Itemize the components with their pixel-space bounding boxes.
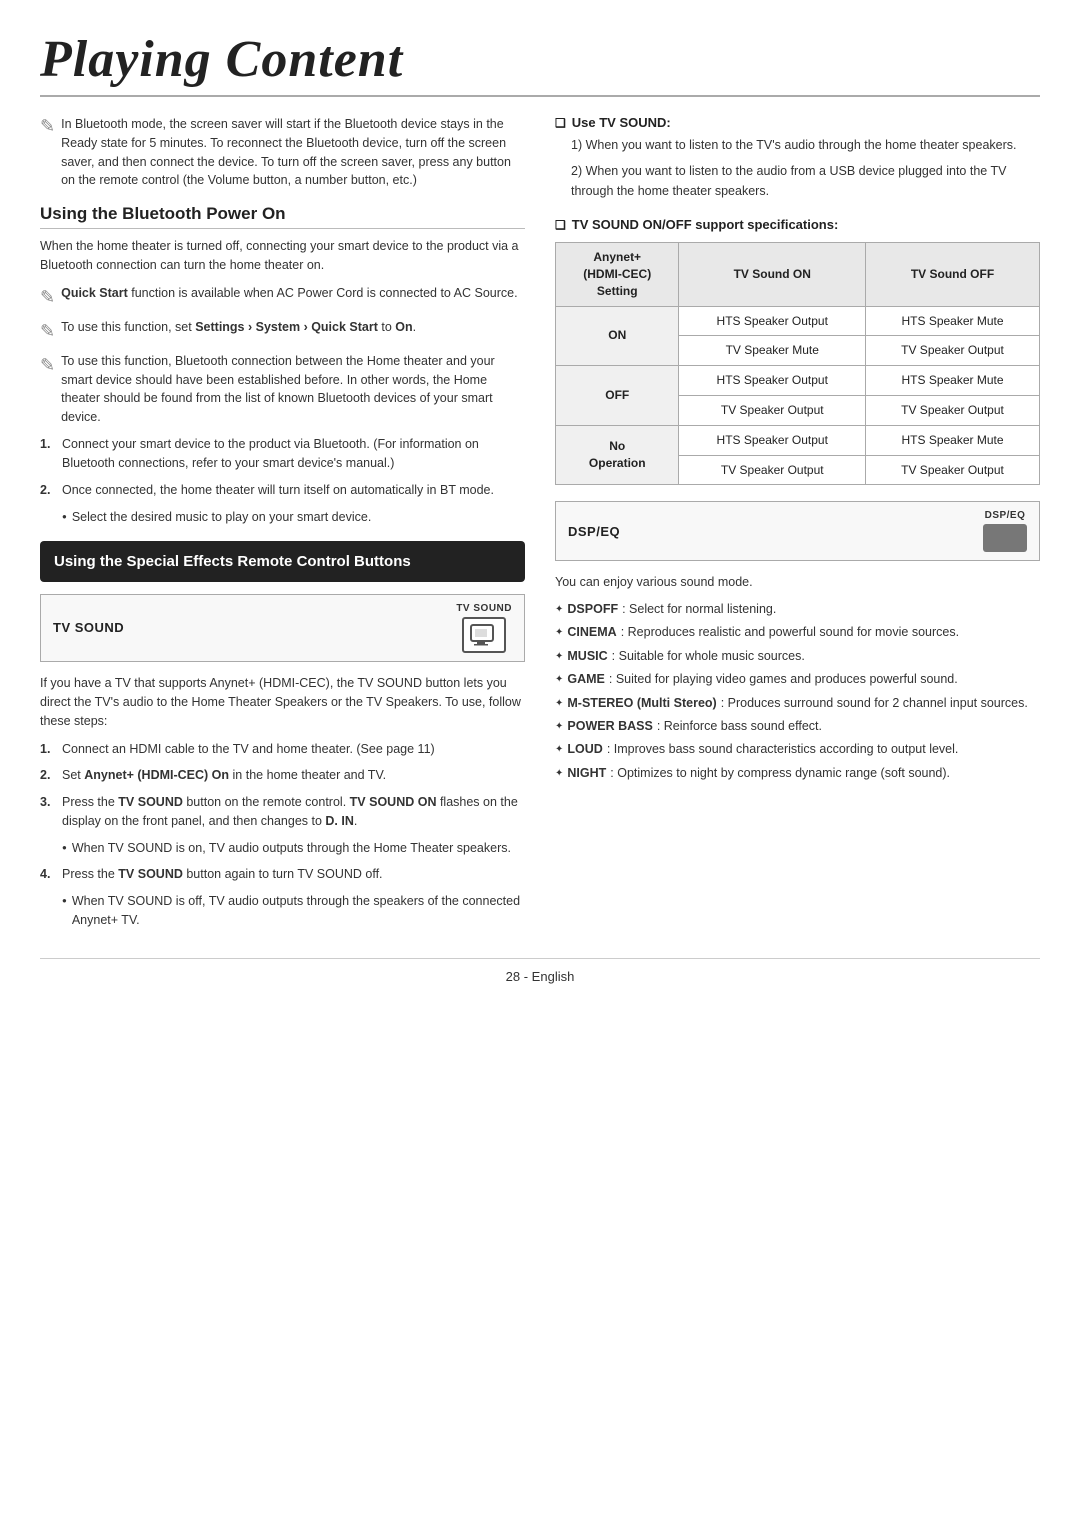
tv-step-1: 1. Connect an HDMI cable to the TV and h… [40,740,525,759]
sound-modes: You can enjoy various sound mode. DSPOFF… [555,573,1040,783]
step-1: 1. Connect your smart device to the prod… [40,435,525,474]
bullet-2-text: To use this function, set Settings › Sys… [61,318,416,337]
mode-power-bass: POWER BASS : Reinforce bass sound effect… [555,717,1040,736]
step-2-num: 2. [40,481,56,500]
table-cell-noop-label: NoOperation [556,425,679,485]
table-row-on-1: ON HTS Speaker Output HTS Speaker Mute [556,306,1040,336]
dsp-eq-label: DSP/EQ [568,524,620,539]
tv-sound-button: TV SOUND [456,603,512,653]
bullet-icon-2: ✎ [40,318,55,345]
bluetooth-steps: 1. Connect your smart device to the prod… [40,435,525,527]
dsp-eq-button-label: DSP/EQ [985,510,1026,521]
step-1-num: 1. [40,435,56,454]
table-row-noop-1: NoOperation HTS Speaker Output HTS Speak… [556,425,1040,455]
tv-step-1-num: 1. [40,740,56,759]
mode-dspoff: DSPOFF : Select for normal listening. [555,600,1040,619]
table-cell-off-1-sound-off: HTS Speaker Mute [866,366,1040,396]
use-tv-item-1: 1) When you want to listen to the TV's a… [571,136,1040,155]
table-cell-on-1-sound-on: HTS Speaker Output [679,306,866,336]
tv-sound-description: If you have a TV that supports Anynet+ (… [40,674,525,732]
mode-music: MUSIC : Suitable for whole music sources… [555,647,1040,666]
bullet-icon-3: ✎ [40,352,55,379]
page-number: 28 - English [506,969,575,984]
bluetooth-note-text: In Bluetooth mode, the screen saver will… [61,115,525,190]
tv-step-3-text: Press the TV SOUND button on the remote … [62,793,525,832]
bullet-1: ✎ Quick Start function is available when… [40,284,525,311]
sound-mode-intro: You can enjoy various sound mode. [555,573,1040,592]
special-effects-title: Using the Special Effects Remote Control… [54,553,411,570]
step-2-sub: Select the desired music to play on your… [62,508,371,527]
table-header-col0: Anynet+(HDMI-CEC)Setting [556,243,679,306]
table-cell-off-label: OFF [556,366,679,426]
tv-step-4-num: 4. [40,865,56,884]
tv-step-4: 4. Press the TV SOUND button again to tu… [40,865,525,930]
tv-step-1-text: Connect an HDMI cable to the TV and home… [62,740,435,759]
bullet-3-text: To use this function, Bluetooth connecti… [61,352,525,427]
tv-step-2: 2. Set Anynet+ (HDMI-CEC) On in the home… [40,766,525,785]
bluetooth-bullets: ✎ Quick Start function is available when… [40,284,525,427]
use-tv-item-2: 2) When you want to listen to the audio … [571,162,1040,201]
spec-table: Anynet+(HDMI-CEC)Setting TV Sound ON TV … [555,242,1040,485]
mode-cinema: CINEMA : Reproduces realistic and powerf… [555,623,1040,642]
table-cell-off-2-sound-off: TV Speaker Output [866,395,1040,425]
mode-mstereo: M-STEREO (Multi Stereo) : Produces surro… [555,694,1040,713]
tv-step-4-text: Press the TV SOUND button again to turn … [62,865,383,884]
tv-sound-row: TV SOUND TV SOUND [40,594,525,662]
tv-step-3: 3. Press the TV SOUND button on the remo… [40,793,525,859]
note-icon: ✎ [40,116,55,137]
step-2: 2. Once connected, the home theater will… [40,481,525,527]
step-1-text: Connect your smart device to the product… [62,435,525,474]
page-title: Playing Content [40,30,1040,97]
tv-sound-label: TV SOUND [53,620,124,635]
tv-step-4-sub: When TV SOUND is off, TV audio outputs t… [62,892,525,930]
bluetooth-section-title: Using the Bluetooth Power On [40,204,525,229]
bluetooth-note: ✎ In Bluetooth mode, the screen saver wi… [40,115,525,190]
right-column: Use TV SOUND: 1) When you want to listen… [555,115,1040,938]
sound-mode-list: DSPOFF : Select for normal listening. CI… [555,600,1040,783]
bullet-2: ✎ To use this function, set Settings › S… [40,318,525,345]
left-column: ✎ In Bluetooth mode, the screen saver wi… [40,115,525,938]
table-cell-on-2-sound-off: TV Speaker Output [866,336,1040,366]
bullet-icon-1: ✎ [40,284,55,311]
mode-loud: LOUD : Improves bass sound characteristi… [555,740,1040,759]
table-cell-off-2-sound-on: TV Speaker Output [679,395,866,425]
tv-step-3-sub: When TV SOUND is on, TV audio outputs th… [62,839,511,858]
dsp-eq-button: DSP/EQ [983,510,1027,552]
table-cell-noop-2-sound-on: TV Speaker Output [679,455,866,485]
step-2-text: Once connected, the home theater will tu… [62,481,494,500]
use-tv-sound-list: 1) When you want to listen to the TV's a… [571,136,1040,201]
support-spec-heading: TV SOUND ON/OFF support specifications: [555,217,1040,232]
tv-step-2-text: Set Anynet+ (HDMI-CEC) On in the home th… [62,766,386,785]
special-effects-box: Using the Special Effects Remote Control… [40,541,525,582]
tv-sound-button-label: TV SOUND [456,603,512,614]
dsp-eq-icon [983,524,1027,552]
bullet-1-text: Quick Start function is available when A… [61,284,517,303]
table-cell-noop-1-sound-off: HTS Speaker Mute [866,425,1040,455]
tv-step-2-num: 2. [40,766,56,785]
mode-night: NIGHT : Optimizes to night by compress d… [555,764,1040,783]
use-tv-sound-heading: Use TV SOUND: [555,115,1040,130]
table-row-off-1: OFF HTS Speaker Output HTS Speaker Mute [556,366,1040,396]
table-cell-on-1-sound-off: HTS Speaker Mute [866,306,1040,336]
tv-sound-icon [462,617,506,653]
table-cell-noop-2-sound-off: TV Speaker Output [866,455,1040,485]
table-header-col1: TV Sound ON [679,243,866,306]
mode-game: GAME : Suited for playing video games an… [555,670,1040,689]
tv-sound-steps: 1. Connect an HDMI cable to the TV and h… [40,740,525,930]
table-cell-off-1-sound-on: HTS Speaker Output [679,366,866,396]
bullet-3: ✎ To use this function, Bluetooth connec… [40,352,525,427]
bluetooth-body: When the home theater is turned off, con… [40,237,525,276]
table-header-col2: TV Sound OFF [866,243,1040,306]
page-footer: 28 - English [40,958,1040,984]
table-cell-on-2-sound-on: TV Speaker Mute [679,336,866,366]
tv-icon-svg [470,624,498,646]
dsp-eq-row: DSP/EQ DSP/EQ [555,501,1040,561]
tv-step-3-num: 3. [40,793,56,832]
table-cell-noop-1-sound-on: HTS Speaker Output [679,425,866,455]
table-cell-on-label: ON [556,306,679,366]
